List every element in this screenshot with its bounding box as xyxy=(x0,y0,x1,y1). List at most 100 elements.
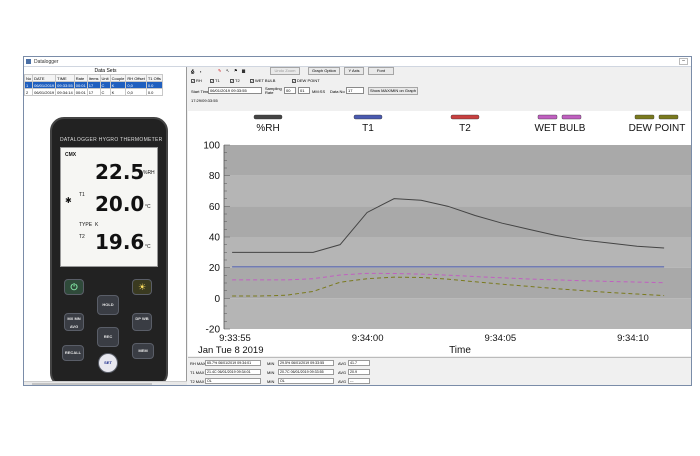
table-header-row: No DATE TIME Rate Items Unit Couple RH O… xyxy=(24,74,163,82)
sun-icon: ☀ xyxy=(137,282,147,292)
app-icon xyxy=(26,59,31,64)
print-icon[interactable]: ⎙ xyxy=(191,69,194,74)
rh-max-label: RH MAX xyxy=(190,361,206,366)
legend-label: DEW POINT xyxy=(629,123,686,134)
plot-band xyxy=(224,206,691,237)
column-header[interactable]: RH Offset xyxy=(125,74,147,82)
legend-swatch xyxy=(634,114,655,120)
title-bar: Datalogger – xyxy=(24,57,691,67)
column-header[interactable]: DATE xyxy=(32,74,57,82)
power-icon: ⏻ xyxy=(70,282,78,292)
table-cell: K xyxy=(109,81,127,89)
t2-min-value: OL xyxy=(278,378,334,384)
start-time-field[interactable]: 06/01/2019 09:33:55 xyxy=(208,87,262,94)
undo-zoom-button[interactable]: Undo Zoom xyxy=(270,67,300,75)
t2-max-label: T2 MAX xyxy=(190,379,205,384)
sampling-seconds-select[interactable]: 01 xyxy=(298,87,310,94)
column-header[interactable]: Couple xyxy=(109,74,127,82)
plot-band xyxy=(224,175,691,207)
recall-key: RECALL xyxy=(62,345,84,361)
graph-panel: ⎙ ▪ ✎ ↖ ⚑ ▆ Undo Zoom Graph Option Y Axi… xyxy=(188,67,691,385)
t1-checkbox[interactable]: ✓T1 xyxy=(210,78,220,83)
t2-min-label: MIN xyxy=(267,379,275,384)
sampling-minutes-select[interactable]: 00 xyxy=(284,87,296,94)
column-header[interactable]: Rate xyxy=(73,74,88,82)
graph-option-button[interactable]: Graph Option xyxy=(308,67,340,75)
date-label: Jan Tue 8 2019 xyxy=(198,345,264,356)
data-sets-panel: Data Sets No DATE TIME Rate Items Unit C… xyxy=(24,67,187,385)
dew-point-check-label: DEW POINT xyxy=(297,78,320,83)
table-cell: 06/01/2019 xyxy=(32,81,57,89)
marker-icon[interactable]: ⚑ xyxy=(234,68,238,73)
scrollbar-thumb[interactable] xyxy=(32,383,152,385)
t2-unit: °C xyxy=(145,244,151,250)
t1-max-label: T1 MAX xyxy=(190,370,205,375)
pen-icon[interactable]: ✎ xyxy=(218,68,221,73)
device-header: DATALOGGER HYGRO THERMOMETER xyxy=(60,137,163,143)
table-cell: 17 xyxy=(86,88,101,96)
plot-band xyxy=(224,298,691,329)
dp-wb-key: DP WB xyxy=(132,313,152,331)
x-tick-label: 9:34:00 xyxy=(352,333,384,344)
rh-avg-value: 41.7 xyxy=(348,360,370,366)
dew-point-checkbox[interactable]: ✓DEW POINT xyxy=(292,78,320,83)
y-tick-label: 0 xyxy=(214,294,220,305)
y-axis-button[interactable]: Y Axis xyxy=(344,67,364,75)
table-row[interactable]: 1 06/01/2019 09:33:55 00:01 17 C K 0,0 0… xyxy=(24,81,163,89)
column-header[interactable]: No xyxy=(24,74,34,82)
table-cell: 00:01 xyxy=(73,88,88,96)
font-button[interactable]: Font xyxy=(368,67,394,75)
save-icon[interactable]: ▪ xyxy=(200,69,201,74)
table-cell: C xyxy=(99,81,111,89)
check-icon: ✓ xyxy=(191,78,195,83)
t1-max-value: 21.4C 06/01/2019 09:34:01 xyxy=(205,369,261,375)
color-icon[interactable]: ▆ xyxy=(242,68,245,73)
check-icon: ✓ xyxy=(210,78,214,83)
x-tick-label: 9:33:55 xyxy=(219,333,251,344)
wet-bulb-checkbox[interactable]: ✓WET BULB xyxy=(250,78,275,83)
table-cell: 00:01 xyxy=(73,81,88,89)
table-cell: 0.0 xyxy=(145,88,163,96)
rh-reading: 22.5 xyxy=(95,160,145,184)
column-header[interactable]: TIME xyxy=(55,74,75,82)
column-header[interactable]: Items xyxy=(86,74,101,82)
legend-swatch xyxy=(658,114,679,120)
start-time-label: Start Time xyxy=(191,89,210,94)
minimize-button[interactable]: – xyxy=(679,58,688,65)
type-value: K xyxy=(95,222,99,228)
y-tick-label: 20 xyxy=(209,263,221,274)
device-image: DATALOGGER HYGRO THERMOMETER CMX 22.5 %R… xyxy=(50,117,168,385)
table-cell: 0.0 xyxy=(145,81,163,89)
hold-key: HOLD xyxy=(97,295,119,315)
sampling-unit: MM:SS xyxy=(312,89,326,94)
table-cell: 09:33:55 xyxy=(55,81,75,89)
check-icon: ✓ xyxy=(292,78,296,83)
check-icon: ✓ xyxy=(250,78,254,83)
show-max-min-button[interactable]: Show MAX/MIN on Graph xyxy=(368,87,418,95)
data-no-field[interactable]: 17 xyxy=(346,87,364,94)
mem-key: MEM xyxy=(132,343,154,359)
device-lcd: CMX 22.5 %RH ✱ T1 20.0 °C TYPE K T2 19.6… xyxy=(60,147,158,267)
horizontal-scrollbar[interactable] xyxy=(24,381,187,385)
y-tick-label: 40 xyxy=(209,233,221,244)
t2-checkbox[interactable]: ✓T2 xyxy=(230,78,240,83)
column-header[interactable]: Unit xyxy=(99,74,111,82)
data-no-label: Data No xyxy=(330,89,345,94)
rh-checkbox[interactable]: ✓RH xyxy=(191,78,202,83)
rec-key: REC xyxy=(97,327,119,347)
rh-unit: %RH xyxy=(143,170,155,176)
table-row[interactable]: 2 06/01/2019 09:34:14 00:01 17 C K 0,0 0… xyxy=(24,88,163,96)
x-axis-label: Time xyxy=(449,345,471,356)
plot-band xyxy=(224,145,691,176)
line-chart: 100806040200-209:33:55 9:34:00 9:34:05 9:34… xyxy=(198,114,691,356)
table-cell: 17 xyxy=(86,81,101,89)
column-header[interactable]: T1 Offs xyxy=(145,74,163,82)
x-tick-label: 9:34:10 xyxy=(617,333,649,344)
t1-min-label: MIN xyxy=(267,370,275,375)
cursor-icon[interactable]: ↖ xyxy=(226,68,229,73)
sampling-rate-label: Sampling Rate xyxy=(265,86,282,95)
chart-area: 100 80 60 40 20 0 -20 9:33:55 9:34:00 9:34:05 9:34… xyxy=(188,111,691,356)
table-cell: K xyxy=(109,88,127,96)
t1-check-label: T1 xyxy=(215,78,220,83)
legend-swatch xyxy=(450,114,480,120)
